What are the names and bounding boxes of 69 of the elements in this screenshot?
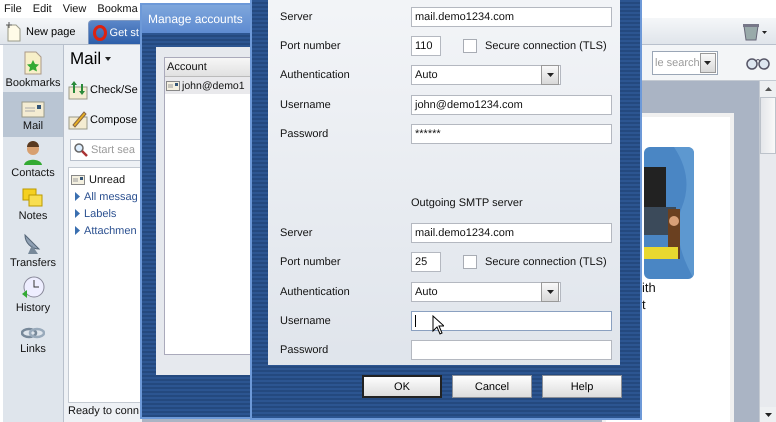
- sidebar-item[interactable]: Links: [3, 317, 63, 362]
- text-field[interactable]: mail.demo1234.com: [411, 6, 612, 27]
- search-icon: [74, 143, 88, 157]
- field-label: Authentication: [279, 286, 351, 298]
- mail-menu[interactable]: Mail: [64, 45, 142, 73]
- text-field[interactable]: ******: [411, 124, 612, 144]
- dialog-button[interactable]: Help: [542, 375, 622, 398]
- glasses-icon[interactable]: [746, 56, 770, 70]
- folder-item[interactable]: Unread: [69, 171, 126, 188]
- field-label: Server: [279, 227, 314, 240]
- select-field[interactable]: Auto: [411, 65, 561, 86]
- menu-item[interactable]: File: [4, 3, 22, 15]
- scrollbar[interactable]: [759, 81, 776, 422]
- text-field[interactable]: john@demo1234.com: [411, 94, 612, 115]
- menu-item[interactable]: Bookma: [97, 3, 138, 15]
- folder-item[interactable]: Labels: [69, 205, 116, 222]
- blank-page-icon: [6, 22, 22, 42]
- menu-item[interactable]: View: [62, 3, 86, 15]
- sidebar-item[interactable]: Contacts: [3, 137, 63, 182]
- envelope-icon: [166, 80, 180, 90]
- status-text: Ready to conn: [67, 404, 140, 419]
- text-field[interactable]: [411, 340, 612, 360]
- dialog-button[interactable]: Cancel: [452, 375, 532, 398]
- sidebar-item[interactable]: Notes: [3, 182, 63, 227]
- checkbox-label: Secure connection (TLS): [485, 256, 607, 268]
- text-field[interactable]: mail.demo1234.com: [411, 223, 612, 244]
- clock-icon: [21, 276, 45, 300]
- section-title: Outgoing SMTP server: [410, 196, 524, 212]
- sidebar-item[interactable]: Transfers: [3, 227, 63, 272]
- new-page-button[interactable]: New page: [4, 20, 82, 44]
- down-arrow-icon[interactable]: [764, 413, 772, 417]
- caret-icon: [105, 57, 112, 61]
- mouse-pointer-icon: [432, 315, 444, 336]
- sidebar-item[interactable]: Bookmarks: [3, 47, 63, 92]
- menu-item[interactable]: Edit: [32, 3, 52, 15]
- sidebar-item[interactable]: History: [3, 272, 63, 317]
- pencil-envelope-icon: [68, 110, 88, 130]
- port-field[interactable]: 110: [411, 36, 441, 56]
- page-text: ith: [642, 279, 657, 296]
- field-label: Password: [279, 128, 330, 140]
- scroll-thumb[interactable]: [760, 97, 776, 154]
- folder-item[interactable]: Attachmen: [69, 222, 137, 239]
- ring-logo-icon: [92, 24, 107, 40]
- up-arrow-icon[interactable]: [764, 87, 772, 91]
- checkbox[interactable]: [463, 255, 477, 270]
- field-label: Username: [279, 98, 332, 111]
- notes-icon: [22, 188, 44, 208]
- caret-icon: [704, 60, 712, 64]
- field-label: Port number: [279, 40, 342, 52]
- field-label: Server: [279, 10, 314, 23]
- field-label: Authentication: [279, 69, 351, 82]
- arrows-envelope-icon: [68, 80, 88, 100]
- person-icon: [22, 140, 44, 164]
- bookmark-page-icon: [22, 50, 44, 74]
- checkbox[interactable]: [463, 38, 477, 53]
- dialog-button[interactable]: OK: [362, 375, 442, 398]
- folder-item[interactable]: All messag: [69, 188, 138, 205]
- checkbox-label: Secure connection (TLS): [485, 40, 607, 52]
- field-label: Password: [279, 344, 330, 356]
- caret-icon: [546, 290, 554, 294]
- page-text: t: [642, 296, 647, 313]
- trash-icon[interactable]: [742, 23, 768, 41]
- select-field[interactable]: Auto: [411, 282, 561, 302]
- caret-icon: [546, 73, 554, 78]
- sidebar-item[interactable]: Mail: [3, 92, 63, 137]
- field-label: Port number: [279, 256, 342, 268]
- field-label: Username: [279, 315, 332, 328]
- port-field[interactable]: 25: [411, 252, 441, 272]
- envelope-icon: [71, 174, 85, 184]
